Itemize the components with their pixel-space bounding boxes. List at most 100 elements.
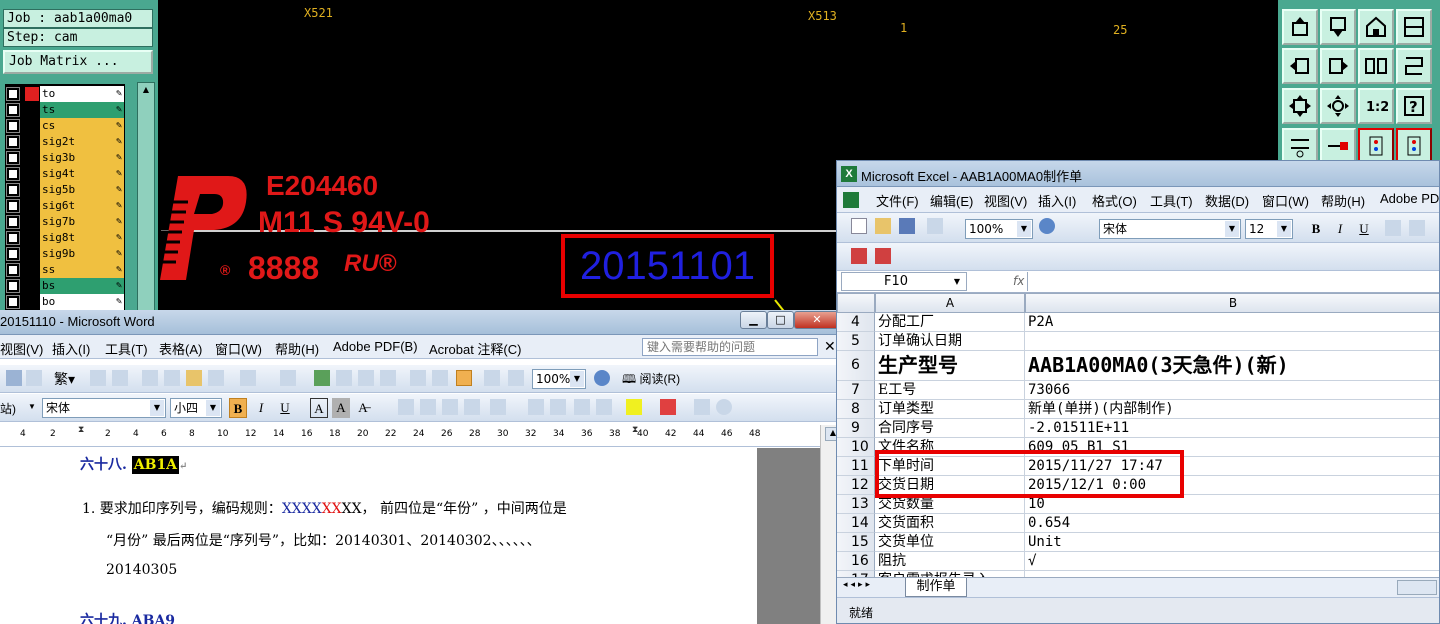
row-header[interactable]: 16 [837, 552, 875, 571]
tables-icon[interactable] [336, 370, 352, 386]
xl-menu-window[interactable]: 窗口(W) [1262, 191, 1309, 210]
layer-row[interactable]: sig8t ✎ [5, 230, 125, 246]
menu-table[interactable]: 表格(A) [159, 339, 202, 358]
layer-checkbox[interactable] [6, 87, 20, 101]
ruler[interactable]: 4 2 2 4 6 8 10 12 14 16 18 20 22 24 26 28 30 32 34 36 38 40 42… [0, 425, 845, 447]
row-header[interactable]: 12 [837, 476, 875, 495]
word-title-bar[interactable]: 20151110 - Microsoft Word ▁ □ ✕ [0, 310, 845, 335]
align-right-icon[interactable] [442, 399, 458, 415]
layer-row[interactable]: ts ✎ [5, 102, 125, 118]
tool-window-button[interactable] [1396, 9, 1432, 45]
menu-acrobat[interactable]: Acrobat 注释(C) [429, 339, 521, 358]
layer-name[interactable]: to ✎ [40, 86, 124, 102]
xl-align-left-icon[interactable] [1385, 220, 1401, 236]
format-painter-icon[interactable] [208, 370, 224, 386]
zoom-dropdown-icon[interactable]: ▼ [570, 371, 584, 387]
layer-name[interactable]: sig8t ✎ [40, 230, 124, 246]
pdf-mail-icon[interactable] [875, 248, 891, 264]
layer-color-swatch[interactable] [25, 215, 39, 229]
select-all-corner[interactable] [837, 293, 875, 313]
cell-b[interactable]: AAB1A00MA0(3天急件)(新) [1025, 351, 1439, 381]
layer-name[interactable]: sig7b ✎ [40, 214, 124, 230]
open-icon[interactable] [875, 218, 891, 234]
layer-row[interactable]: ss ✎ [5, 262, 125, 278]
menu-window[interactable]: 窗口(W) [215, 339, 262, 358]
layer-name[interactable]: ss ✎ [40, 262, 124, 278]
layer-checkbox[interactable] [6, 135, 20, 149]
formula-input[interactable] [1027, 272, 1439, 291]
menu-help[interactable]: 帮助(H) [275, 339, 319, 358]
layer-checkbox[interactable] [6, 151, 20, 165]
name-box[interactable]: F10 ▼ [841, 272, 967, 291]
job-matrix-button[interactable]: Job Matrix ... [3, 50, 153, 74]
layer-color-swatch[interactable] [25, 167, 39, 181]
hyperlink-icon[interactable] [314, 370, 330, 386]
xl-menu-insert[interactable]: 插入(I) [1038, 191, 1076, 210]
layer-color-swatch[interactable] [25, 135, 39, 149]
tool-signal-button[interactable] [1358, 128, 1394, 164]
tool-center-button[interactable] [1320, 88, 1356, 124]
xl-menu-view[interactable]: 视图(V) [984, 191, 1027, 210]
char-border-button[interactable]: A [310, 398, 328, 418]
cut-icon[interactable] [142, 370, 158, 386]
spell-icon[interactable] [90, 370, 106, 386]
xl-font-size-select[interactable]: 12 ▼ [1245, 219, 1293, 239]
tool-left-button[interactable] [1282, 48, 1318, 84]
font-select[interactable]: 宋体 ▼ [42, 398, 166, 418]
layer-row[interactable]: bo ✎ [5, 294, 125, 310]
columns-icon[interactable] [410, 370, 426, 386]
cell-b[interactable]: 0.654 [1025, 514, 1439, 533]
row-header[interactable]: 11 [837, 457, 875, 476]
row-header[interactable]: 8 [837, 400, 875, 419]
cell-a[interactable]: 订单类型 [875, 400, 1025, 419]
cell-a[interactable]: 阻抗 [875, 552, 1025, 571]
layer-name[interactable]: sig5b ✎ [40, 182, 124, 198]
layer-row[interactable]: sig5b ✎ [5, 182, 125, 198]
layer-row[interactable]: bs ✎ [5, 278, 125, 294]
layer-name[interactable]: sig6t ✎ [40, 198, 124, 214]
tool-swap-button[interactable] [1358, 48, 1394, 84]
size-dropdown-icon[interactable]: ▼ [206, 400, 220, 416]
xl-font-dropdown-icon[interactable]: ▼ [1225, 221, 1239, 237]
layer-color-swatch[interactable] [25, 87, 39, 101]
layer-row[interactable]: sig7b ✎ [5, 214, 125, 230]
italic-button[interactable]: I [252, 398, 270, 418]
xl-italic-button[interactable]: I [1331, 219, 1349, 239]
layer-name[interactable]: sig4t ✎ [40, 166, 124, 182]
layer-name[interactable]: bo ✎ [40, 294, 124, 310]
underline-button[interactable]: U [276, 398, 294, 418]
paste-icon[interactable] [186, 370, 202, 386]
tool-fit-button[interactable] [1282, 88, 1318, 124]
layer-checkbox[interactable] [6, 183, 20, 197]
xl-menu-edit[interactable]: 编辑(E) [930, 191, 973, 210]
layer-name[interactable]: cs ✎ [40, 118, 124, 134]
cell-a[interactable]: 订单确认日期 [875, 332, 1025, 351]
indent-marker[interactable]: ⧗ [78, 425, 84, 435]
layer-color-swatch[interactable] [25, 103, 39, 117]
layer-name[interactable]: ts ✎ [40, 102, 124, 118]
tool-snap-button[interactable] [1396, 48, 1432, 84]
close-icon[interactable]: ✕ [794, 311, 840, 329]
tool-right-button[interactable] [1320, 48, 1356, 84]
style-dropdown-icon[interactable]: ▼ [28, 402, 36, 411]
document-body[interactable]: 六十八. AB1A ↵ 1. 要求加印序列号，编码规则：XXXXXXXX， 前四位… [0, 448, 820, 624]
traditional-chinese-button[interactable]: 繁▾ [54, 369, 75, 389]
layer-checkbox[interactable] [6, 231, 20, 245]
align-left-icon[interactable] [398, 399, 414, 415]
layer-color-swatch[interactable] [25, 295, 39, 309]
cell-b[interactable]: 73066 [1025, 381, 1439, 400]
layer-color-swatch[interactable] [25, 231, 39, 245]
layer-checkbox[interactable] [6, 279, 20, 293]
cell-b[interactable]: -2.01511E+11 [1025, 419, 1439, 438]
layer-name[interactable]: sig9b ✎ [40, 246, 124, 262]
layer-color-swatch[interactable] [25, 151, 39, 165]
excel-icon[interactable] [380, 370, 396, 386]
layer-checkbox[interactable] [6, 103, 20, 117]
minimize-icon[interactable]: ▁ [740, 311, 767, 329]
cell-b[interactable]: P2A [1025, 313, 1439, 332]
layer-checkbox[interactable] [6, 199, 20, 213]
new-icon[interactable] [851, 218, 867, 234]
row-header[interactable]: 4 [837, 313, 875, 332]
xl-align-center-icon[interactable] [1409, 220, 1425, 236]
indent-marker[interactable]: ⧗ [632, 425, 638, 435]
